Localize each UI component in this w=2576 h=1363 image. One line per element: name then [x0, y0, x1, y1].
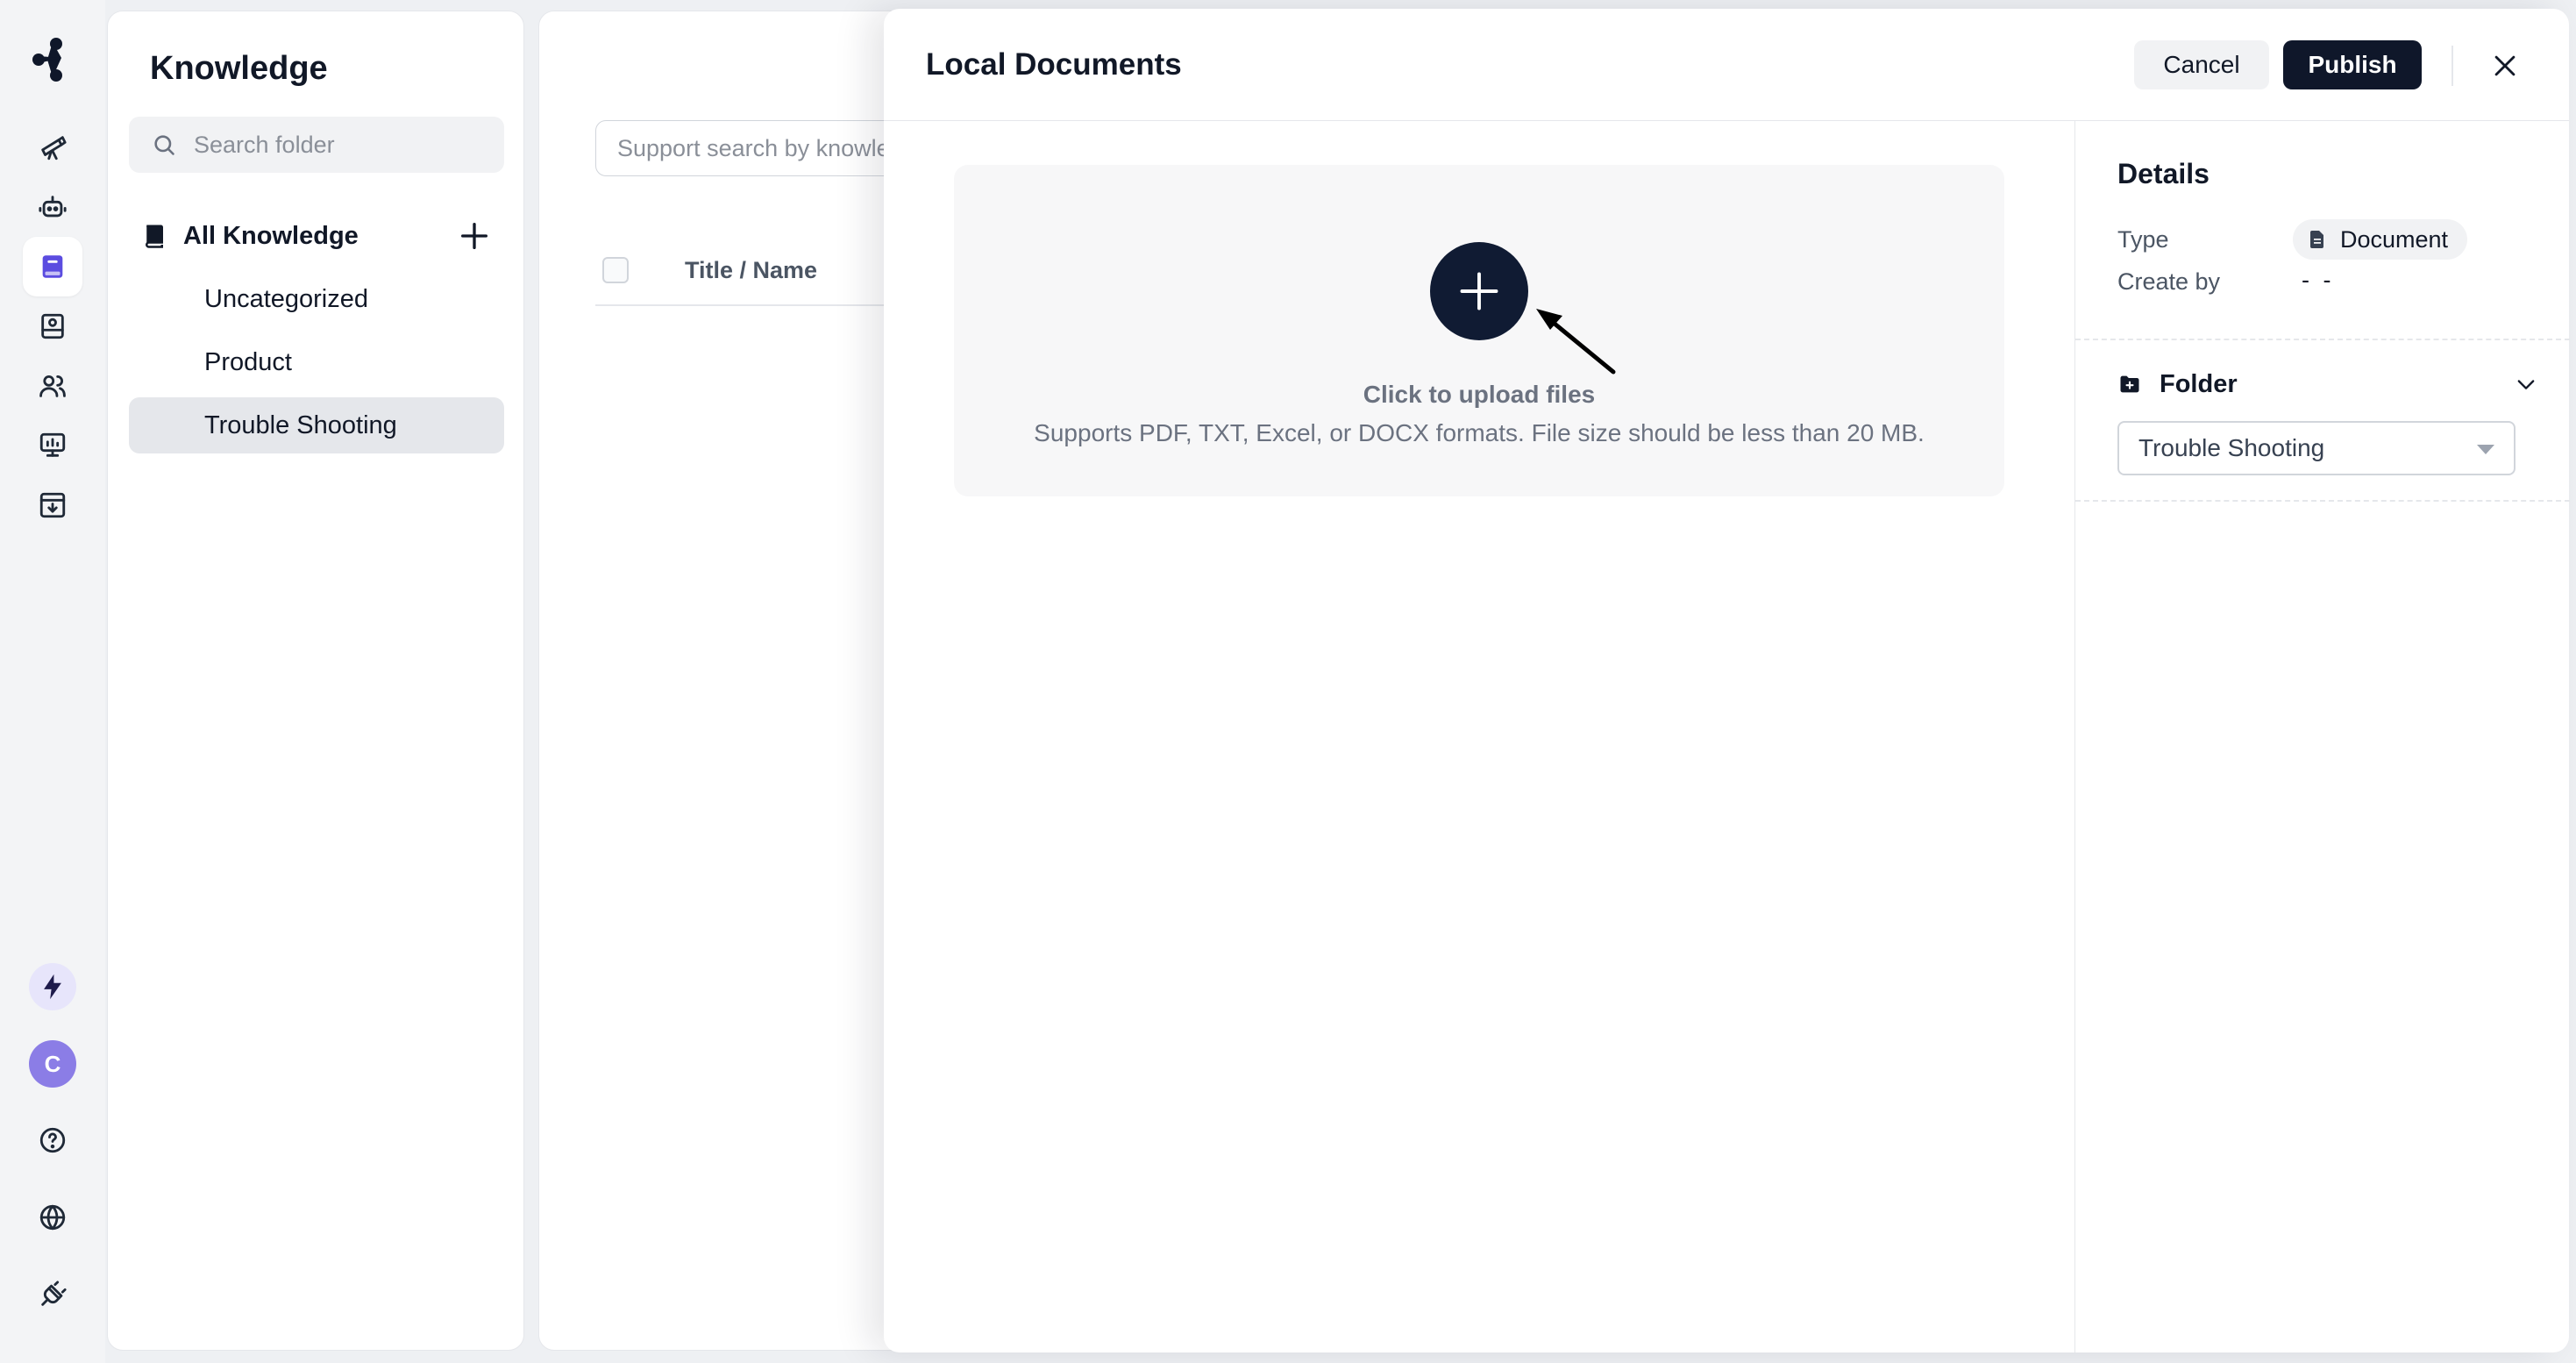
rail-contacts-button[interactable]	[23, 356, 82, 416]
upload-dropzone[interactable]: Click to upload files Supports PDF, TXT,…	[954, 165, 2004, 496]
app-root: C Knowledge Search folder All Knowledge …	[0, 0, 2576, 1363]
user-avatar[interactable]: C	[29, 1040, 76, 1088]
folder-select-value: Trouble Shooting	[2138, 434, 2325, 461]
rail-language-button[interactable]	[23, 1188, 82, 1247]
rail-bots-button[interactable]	[23, 177, 82, 237]
folder-search-box[interactable]	[129, 117, 504, 173]
rail-integrations-button[interactable]	[23, 1265, 82, 1324]
rail-knowledge-button[interactable]	[23, 237, 82, 296]
upload-button[interactable]	[1430, 242, 1528, 340]
pointer-arrow-icon	[1536, 309, 1616, 375]
rail-archive-button[interactable]	[23, 475, 82, 535]
folder-search-input[interactable]	[194, 131, 492, 159]
header-divider	[2451, 46, 2453, 86]
rail-explore-button[interactable]	[23, 118, 82, 177]
plug-icon	[41, 1281, 67, 1306]
plus-icon	[1460, 272, 1498, 310]
folder-plus-icon	[2120, 375, 2139, 393]
inbox-user-icon	[41, 313, 64, 339]
archive-download-icon	[39, 492, 66, 518]
lightning-bolt-icon	[44, 974, 61, 1000]
folder-item-uncategorized[interactable]: Uncategorized	[129, 271, 504, 327]
type-label: Type	[2117, 226, 2169, 253]
drawer-header: Local Documents Cancel Publish	[884, 9, 2569, 121]
knowledge-panel: Knowledge All Knowledge Uncategorized Pr…	[107, 11, 524, 1351]
folder-section-label: Folder	[2160, 369, 2238, 398]
folder-section-toggle[interactable]: Folder	[2117, 358, 2538, 410]
cancel-button[interactable]: Cancel	[2134, 40, 2269, 89]
column-title-name: Title / Name	[685, 256, 818, 283]
presentation-chart-icon	[39, 432, 66, 457]
divider	[2075, 339, 2570, 340]
upload-description: Supports PDF, TXT, Excel, or DOCX format…	[1034, 419, 1925, 446]
select-all-checkbox[interactable]	[602, 257, 629, 283]
knowledge-book-icon	[42, 255, 63, 278]
type-badge: Document	[2293, 219, 2468, 260]
caret-down-icon	[2477, 445, 2494, 454]
chevron-down-icon	[2517, 380, 2535, 389]
globe-icon	[39, 1204, 66, 1231]
folder-select[interactable]: Trouble Shooting	[2117, 421, 2516, 475]
create-by-value: - -	[2302, 267, 2335, 293]
help-circle-icon	[39, 1127, 66, 1153]
all-knowledge-item[interactable]: All Knowledge	[141, 210, 492, 262]
telescope-icon	[41, 136, 67, 161]
rail-inbox-button[interactable]	[23, 296, 82, 356]
book-icon	[146, 225, 163, 248]
type-value: Document	[2340, 225, 2449, 253]
drawer-title: Local Documents	[926, 47, 1182, 82]
rail-help-button[interactable]	[23, 1110, 82, 1170]
add-folder-icon[interactable]	[457, 218, 492, 253]
local-documents-drawer: Local Documents Cancel Publish Click to …	[884, 9, 2570, 1352]
close-button[interactable]	[2483, 44, 2527, 88]
search-icon	[154, 135, 174, 155]
publish-button[interactable]: Publish	[2283, 40, 2422, 89]
divider	[2075, 500, 2570, 502]
details-panel: Details Type Document Create by - - Fold…	[2074, 121, 2570, 1352]
users-icon	[39, 375, 66, 397]
rail-analytics-button[interactable]	[23, 416, 82, 475]
details-heading: Details	[2117, 158, 2210, 189]
upload-title: Click to upload files	[1363, 381, 1596, 408]
folder-item-trouble-shooting[interactable]: Trouble Shooting	[129, 397, 504, 453]
folder-item-product[interactable]: Product	[129, 334, 504, 390]
robot-icon	[39, 196, 67, 218]
rail-upgrade-button[interactable]	[29, 963, 76, 1010]
create-by-label: Create by	[2117, 268, 2221, 295]
all-knowledge-label: All Knowledge	[183, 221, 359, 250]
app-logo-icon[interactable]	[26, 33, 79, 86]
nav-rail: C	[0, 0, 105, 1363]
document-icon	[2310, 231, 2323, 248]
close-icon	[2494, 55, 2516, 76]
page-title: Knowledge	[150, 50, 328, 87]
